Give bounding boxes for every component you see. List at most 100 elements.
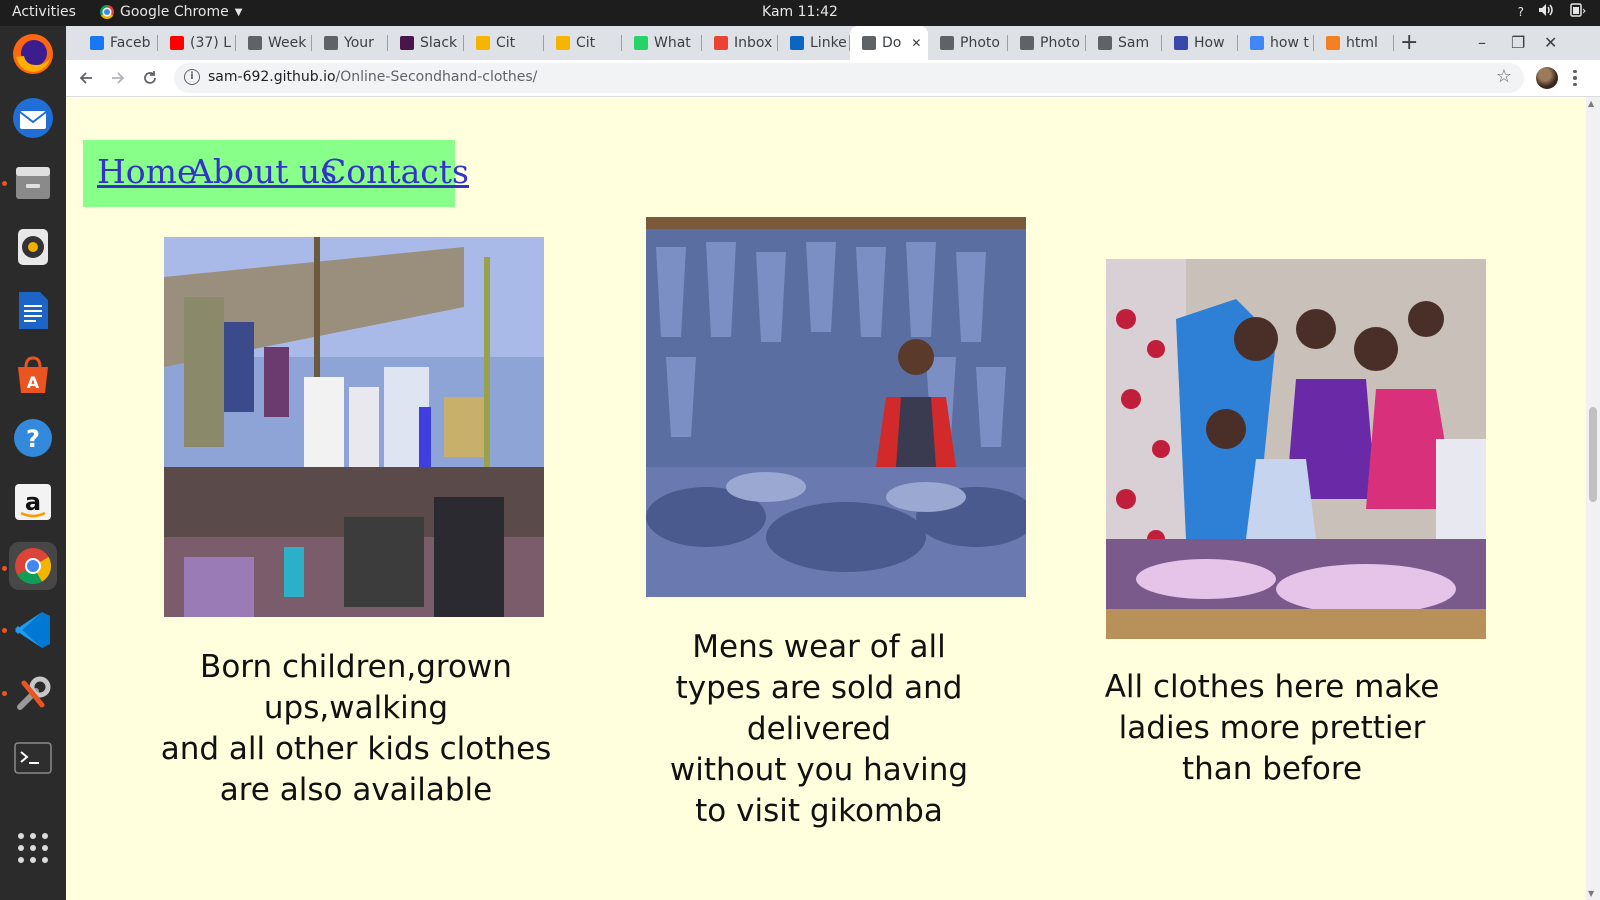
- app-menu-label: Google Chrome: [120, 4, 229, 20]
- tab-5[interactable]: Cit: [464, 26, 544, 60]
- back-button[interactable]: [74, 66, 98, 90]
- tab-12[interactable]: Photo: [1008, 26, 1086, 60]
- new-tab-button[interactable]: +: [1400, 30, 1418, 55]
- reload-button[interactable]: [138, 66, 162, 90]
- mens-jeans-photo: [646, 217, 1026, 597]
- caption-line: than before: [1181, 751, 1363, 787]
- caption-line: delivered: [746, 711, 892, 747]
- forward-button[interactable]: [106, 66, 130, 90]
- tab-label: Sam: [1118, 35, 1150, 51]
- bookmark-star-icon[interactable]: ☆: [1496, 66, 1512, 87]
- caption-line: and all other kids clothes: [160, 731, 552, 767]
- url-path: /Online-Secondhand-clothes/: [335, 69, 538, 85]
- nav-link-about[interactable]: About us: [189, 152, 337, 191]
- running-indicator: [2, 566, 7, 571]
- tab-label: (37) L: [190, 35, 231, 51]
- volume-icon[interactable]: [1538, 3, 1554, 21]
- whatsapp-icon: [634, 36, 648, 50]
- gmail-icon: [714, 36, 728, 50]
- site-nav: Home About us Contacts: [83, 140, 469, 207]
- caption-line: without you having: [669, 752, 969, 788]
- tab-label: Photo: [1040, 35, 1080, 51]
- running-indicator: [2, 181, 7, 186]
- slack-icon: [400, 36, 414, 50]
- url-text[interactable]: sam-692.github.io/Online-Secondhand-clot…: [208, 69, 537, 85]
- tab-10[interactable]: Do ✕: [850, 26, 928, 60]
- minimize-window-icon[interactable]: –: [1478, 33, 1486, 52]
- tab-separator: [1393, 35, 1394, 51]
- dock: A ? a: [0, 26, 66, 900]
- battery-icon[interactable]: [1568, 3, 1586, 21]
- chrome-icon: [100, 5, 114, 19]
- vscode-icon[interactable]: [9, 606, 57, 654]
- tab-11[interactable]: Photo: [928, 26, 1008, 60]
- site-info-icon[interactable]: i: [184, 69, 200, 85]
- facebook-icon: [90, 36, 104, 50]
- tab-8[interactable]: Inbox: [702, 26, 778, 60]
- tab-label: Photo: [960, 35, 1000, 51]
- help-icon[interactable]: ?: [1518, 5, 1524, 19]
- tab-label: Faceb: [110, 35, 151, 51]
- restore-window-icon[interactable]: ❐: [1511, 33, 1525, 52]
- terminal-icon[interactable]: [9, 734, 57, 782]
- tab-0[interactable]: Faceb: [78, 26, 158, 60]
- system-top-bar: Activities Google Chrome ▼ Kam 11:42 ?: [0, 0, 1600, 26]
- tab-13[interactable]: Sam: [1086, 26, 1162, 60]
- nav-link-home[interactable]: Home: [97, 152, 196, 191]
- tab-close-icon[interactable]: ✕: [911, 36, 921, 50]
- show-apps-icon[interactable]: [9, 824, 57, 872]
- page-scrollbar[interactable]: ▲ ▼: [1586, 97, 1600, 900]
- tab-7[interactable]: What: [622, 26, 702, 60]
- scrollbar-thumb[interactable]: [1589, 407, 1597, 502]
- tab-9[interactable]: Linke: [778, 26, 850, 60]
- photopea-icon: [1020, 36, 1034, 50]
- profile-avatar[interactable]: [1536, 67, 1558, 89]
- system-tray[interactable]: ?: [1518, 3, 1586, 21]
- tab-6[interactable]: Cit: [544, 26, 622, 60]
- help-icon[interactable]: ?: [9, 414, 57, 462]
- page-viewport: Home About us Contacts Born children,gro…: [66, 97, 1586, 900]
- rhythmbox-icon[interactable]: [9, 222, 57, 270]
- kids-market-photo: [164, 237, 544, 617]
- thunderbird-icon[interactable]: [9, 94, 57, 142]
- caption-line: ups,walking: [263, 690, 449, 726]
- ladies-clothes-photo: [1106, 259, 1486, 639]
- cit-icon: [556, 36, 570, 50]
- svg-text:A: A: [27, 373, 40, 392]
- tab-14[interactable]: How: [1162, 26, 1238, 60]
- tab-2[interactable]: Week: [236, 26, 312, 60]
- stackoverflow-icon: [1326, 36, 1340, 50]
- more-menu-icon[interactable]: [1569, 66, 1581, 90]
- tab-1[interactable]: (37) L: [158, 26, 236, 60]
- tab-label: How: [1194, 35, 1225, 51]
- scroll-down-arrow-icon[interactable]: ▼: [1588, 889, 1594, 898]
- clock[interactable]: Kam 11:42: [762, 4, 838, 20]
- tab-label: Cit: [496, 35, 516, 51]
- firefox-icon[interactable]: [9, 30, 57, 78]
- browser-toolbar: i sam-692.github.io/Online-Secondhand-cl…: [66, 60, 1600, 97]
- caption-line: Mens wear of all: [692, 629, 946, 665]
- tab-label: Your: [344, 35, 374, 51]
- close-window-icon[interactable]: ✕: [1544, 33, 1557, 52]
- svg-text:?: ?: [26, 425, 40, 453]
- tab-15[interactable]: how t: [1238, 26, 1314, 60]
- activities-button[interactable]: Activities: [12, 4, 76, 20]
- caption-line: types are sold and: [675, 670, 963, 706]
- address-bar[interactable]: i sam-692.github.io/Online-Secondhand-cl…: [174, 63, 1524, 93]
- tab-label: Slack: [420, 35, 458, 51]
- tab-label: Week: [268, 35, 307, 51]
- nav-link-contacts[interactable]: Contacts: [321, 152, 469, 191]
- tab-4[interactable]: Slack: [388, 26, 464, 60]
- amazon-icon[interactable]: a: [9, 478, 57, 526]
- writer-icon[interactable]: [9, 286, 57, 334]
- chrome-icon[interactable]: [9, 542, 57, 590]
- app-menu[interactable]: Google Chrome ▼: [100, 4, 242, 20]
- settings-icon[interactable]: [9, 670, 57, 718]
- tab-16[interactable]: html: [1314, 26, 1394, 60]
- chevron-down-icon: ▼: [234, 6, 243, 18]
- caption-line: All clothes here make: [1104, 669, 1440, 705]
- tab-3[interactable]: Your: [312, 26, 388, 60]
- files-icon[interactable]: [9, 158, 57, 206]
- scroll-up-arrow-icon[interactable]: ▲: [1588, 99, 1594, 108]
- software-icon[interactable]: A: [9, 350, 57, 398]
